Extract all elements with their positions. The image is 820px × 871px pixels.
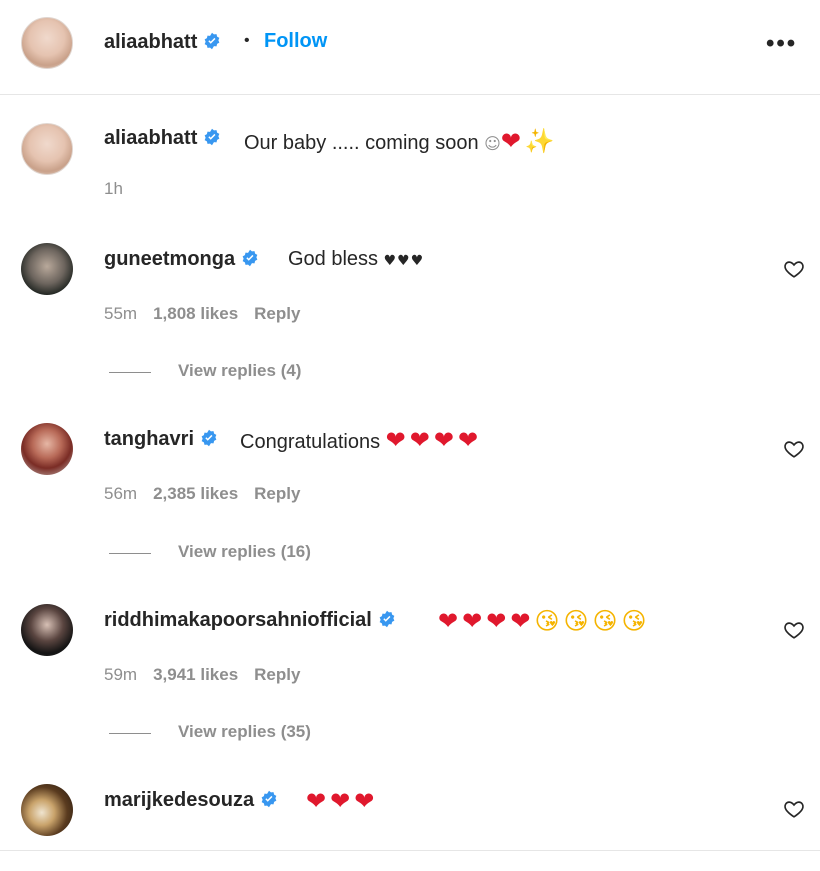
comment-meta: 59m 3,941 likes Reply bbox=[104, 665, 316, 685]
sparkles-emoji-icon: ✨ bbox=[524, 127, 559, 155]
username-text[interactable]: riddhimakapoorsahniofficial bbox=[104, 609, 372, 631]
view-replies-line bbox=[109, 553, 151, 554]
comment-username[interactable]: riddhimakapoorsahniofficial bbox=[104, 609, 396, 632]
avatar[interactable] bbox=[21, 604, 73, 656]
red-heart-emoji-icon: ❤❤❤❤ bbox=[438, 607, 535, 635]
like-heart-icon[interactable] bbox=[783, 798, 805, 820]
username-text[interactable]: aliaabhatt bbox=[104, 127, 197, 149]
likes-count[interactable]: 3,941 likes bbox=[153, 665, 238, 684]
verified-badge-icon bbox=[205, 32, 220, 50]
avatar[interactable] bbox=[21, 784, 73, 836]
avatar[interactable] bbox=[21, 423, 73, 475]
comment-time: 56m bbox=[104, 484, 138, 503]
red-heart-emoji-icon: ❤ bbox=[500, 127, 525, 155]
smile-emoji-icon: ☺ bbox=[484, 134, 501, 153]
like-heart-icon[interactable] bbox=[783, 258, 805, 280]
caption-time: 1h bbox=[104, 179, 123, 198]
reply-button[interactable]: Reply bbox=[254, 665, 300, 684]
avatar[interactable] bbox=[21, 17, 73, 69]
verified-badge-icon bbox=[205, 128, 220, 146]
view-replies-button[interactable]: View replies (16) bbox=[178, 542, 311, 562]
username-text[interactable]: aliaabhatt bbox=[104, 31, 197, 53]
comment-text: God bless ♥♥♥ bbox=[288, 248, 424, 271]
red-heart-emoji-icon: ❤❤❤ bbox=[306, 787, 379, 815]
comment-text: Congratulations ❤❤❤❤ bbox=[240, 426, 482, 454]
username-text[interactable]: tanghavri bbox=[104, 428, 194, 450]
view-replies-line bbox=[109, 372, 151, 373]
red-heart-emoji-icon: ❤❤❤❤ bbox=[385, 426, 483, 454]
comment-time: 55m bbox=[104, 304, 138, 323]
likes-count[interactable]: 1,808 likes bbox=[153, 304, 238, 323]
verified-badge-icon bbox=[201, 429, 217, 447]
reply-button[interactable]: Reply bbox=[254, 484, 300, 503]
comment-text: ❤❤❤ bbox=[306, 787, 378, 815]
comment-username[interactable]: guneetmonga bbox=[104, 248, 259, 271]
like-heart-icon[interactable] bbox=[783, 438, 805, 460]
like-heart-icon[interactable] bbox=[783, 619, 805, 641]
avatar[interactable] bbox=[21, 123, 73, 175]
likes-count[interactable]: 2,385 likes bbox=[153, 484, 238, 503]
verified-badge-icon bbox=[261, 790, 277, 808]
comment-username[interactable]: tanghavri bbox=[104, 428, 218, 451]
comment-meta: 56m 2,385 likes Reply bbox=[104, 484, 316, 504]
caption-text: Our baby ..... coming soon ☺❤✨ bbox=[244, 127, 559, 155]
caption-username[interactable]: aliaabhatt bbox=[104, 127, 221, 150]
bottom-divider bbox=[0, 850, 820, 851]
username-text[interactable]: marijkedesouza bbox=[104, 789, 254, 811]
comment-meta: 55m 1,808 likes Reply bbox=[104, 304, 316, 324]
avatar[interactable] bbox=[21, 243, 73, 295]
follow-button[interactable]: Follow bbox=[264, 30, 327, 53]
caption-body: Our baby ..... coming soon bbox=[244, 132, 485, 154]
separator-dot: • bbox=[244, 32, 250, 49]
kiss-face-emoji-icon: 😘😘😘😘 bbox=[534, 607, 651, 635]
view-replies-button[interactable]: View replies (35) bbox=[178, 722, 311, 742]
reply-button[interactable]: Reply bbox=[254, 304, 300, 323]
verified-badge-icon bbox=[242, 249, 258, 267]
post-header: aliaabhatt • Follow ••• bbox=[0, 0, 820, 95]
comment-username[interactable]: marijkedesouza bbox=[104, 789, 278, 812]
header-username[interactable]: aliaabhatt bbox=[104, 31, 221, 54]
view-replies-button[interactable]: View replies (4) bbox=[178, 361, 301, 381]
verified-badge-icon bbox=[379, 610, 395, 628]
username-text[interactable]: guneetmonga bbox=[104, 248, 235, 270]
comment-body: Congratulations bbox=[240, 431, 386, 453]
more-options-icon[interactable]: ••• bbox=[766, 30, 797, 58]
comment-time: 59m bbox=[104, 665, 138, 684]
comment-body: God bless bbox=[288, 248, 384, 270]
view-replies-line bbox=[109, 733, 151, 734]
comment-text: ❤❤❤❤😘😘😘😘 bbox=[438, 607, 651, 635]
black-heart-emoji-icon: ♥♥♥ bbox=[383, 253, 425, 269]
